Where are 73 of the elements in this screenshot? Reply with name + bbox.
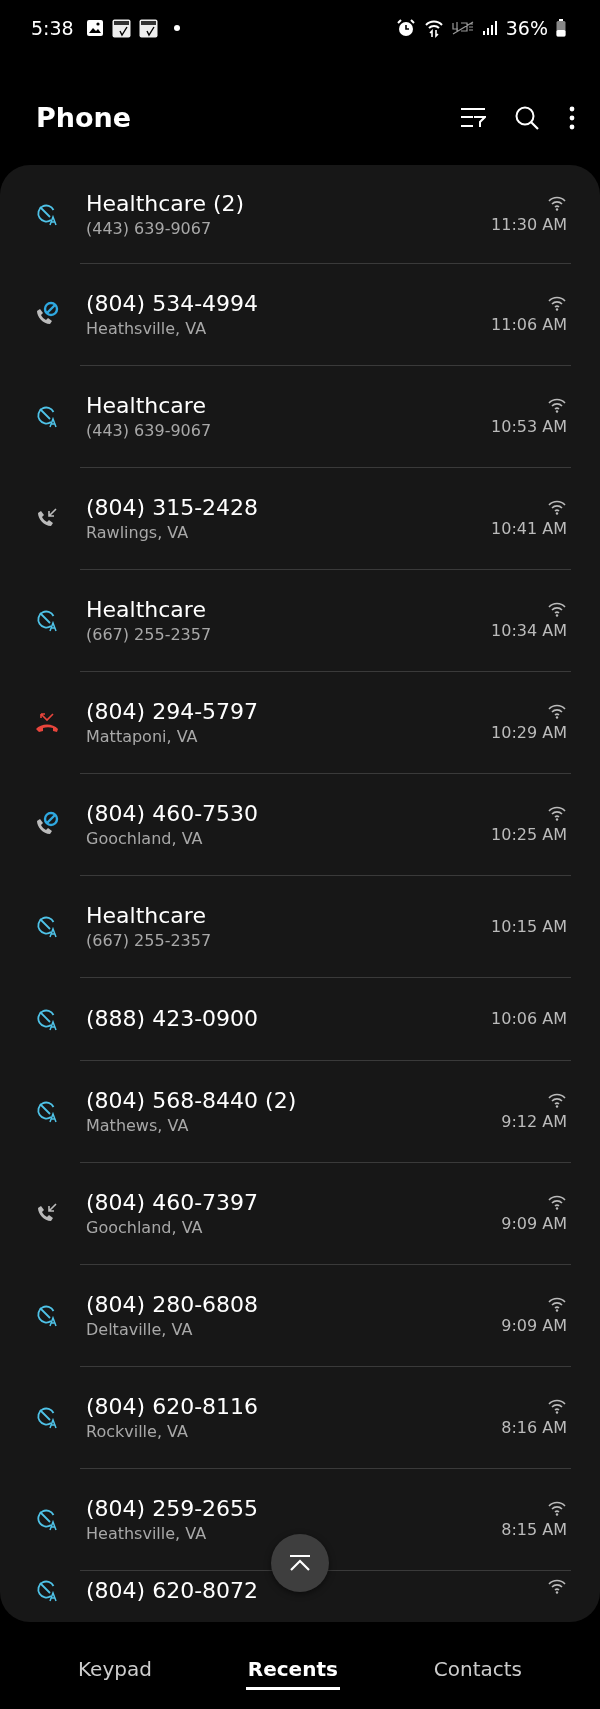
more-options-icon[interactable] (568, 105, 576, 130)
call-time: 10:29 AM (491, 722, 567, 742)
signal-icon (481, 20, 498, 36)
call-filter-icon (35, 1405, 59, 1429)
caller-name: (804) 568-8440 (2) (86, 1087, 298, 1113)
caller-detail: (443) 639-9067 (86, 218, 213, 238)
call-time: 10:53 AM (491, 416, 567, 436)
caller-detail: Heathsville, VA (86, 318, 208, 338)
search-icon[interactable] (514, 104, 540, 131)
call-time: 10:25 AM (491, 824, 567, 844)
mobile-data-off-icon (451, 21, 474, 35)
caller-name: Healthcare (86, 596, 207, 622)
caller-detail: Mattaponi, VA (86, 726, 199, 746)
caller-name: (804) 620-8072 (86, 1578, 260, 1603)
caller-detail: (443) 639-9067 (86, 420, 213, 440)
nav-tab[interactable]: Keypad (75, 1651, 154, 1690)
caller-name: (804) 294-5797 (86, 698, 260, 724)
wifi-icon (423, 18, 444, 38)
call-filter-icon (35, 404, 59, 428)
caller-detail: Goochland, VA (86, 1217, 204, 1237)
caller-name: (888) 423-0900 (86, 1006, 260, 1031)
alarm-icon (395, 18, 416, 38)
caller-name: (804) 259-2655 (86, 1495, 260, 1521)
filter-icon[interactable] (460, 106, 486, 129)
rejected-call-icon (34, 710, 60, 734)
caller-detail: Deltaville, VA (86, 1319, 194, 1339)
checklist-icon (138, 18, 158, 38)
call-time: 10:06 AM (491, 1009, 567, 1028)
battery-level: 36% (505, 17, 548, 39)
call-time: 10:34 AM (491, 620, 567, 640)
image-icon (85, 19, 104, 37)
caller-detail: Rockville, VA (86, 1421, 189, 1441)
call-time: 9:12 AM (501, 1111, 567, 1131)
clock: 5:38 (31, 17, 74, 39)
nav-tab[interactable]: Recents (245, 1651, 340, 1690)
call-filter-icon (35, 1507, 59, 1531)
call-filter-icon (35, 1578, 59, 1602)
call-time: 8:16 AM (501, 1417, 567, 1437)
call-filter-icon (35, 1099, 59, 1123)
call-filter-icon (35, 608, 59, 632)
blocked-call-icon (34, 811, 60, 837)
call-time: 8:15 AM (501, 1519, 567, 1539)
call-time: 9:09 AM (501, 1315, 567, 1335)
caller-detail: Mathews, VA (86, 1115, 190, 1135)
call-filter-icon (35, 202, 59, 226)
caller-detail: (667) 255-2357 (86, 930, 213, 950)
caller-name: (804) 280-6808 (86, 1291, 260, 1317)
battery-icon (556, 19, 566, 37)
caller-detail: Rawlings, VA (86, 522, 190, 542)
caller-detail: (667) 255-2357 (86, 624, 213, 644)
call-time: 10:15 AM (491, 916, 567, 936)
caller-detail: Heathsville, VA (86, 1523, 208, 1543)
scroll-to-top-icon (288, 1554, 312, 1572)
call-time: 11:30 AM (491, 214, 567, 234)
call-time: 11:06 AM (491, 314, 567, 334)
caller-detail: Goochland, VA (86, 828, 204, 848)
app-title: Phone (36, 101, 133, 133)
checklist-icon (111, 18, 131, 38)
notification-dot-icon (173, 25, 180, 31)
caller-name: (804) 620-8116 (86, 1393, 260, 1419)
call-time: 10:41 AM (491, 518, 567, 538)
call-filter-icon (35, 914, 59, 938)
blocked-call-icon (34, 301, 60, 327)
call-time: 9:09 AM (501, 1213, 567, 1233)
caller-name: Healthcare (86, 392, 207, 418)
caller-name: (804) 315-2428 (86, 494, 260, 520)
call-filter-icon (35, 1303, 59, 1327)
caller-name: (804) 460-7530 (86, 800, 260, 826)
caller-name: (804) 460-7397 (86, 1189, 260, 1215)
caller-name: (804) 534-4994 (86, 290, 260, 316)
caller-name: Healthcare (86, 902, 207, 928)
caller-name: Healthcare (2) (86, 190, 246, 216)
nav-tab[interactable]: Contacts (431, 1651, 525, 1690)
